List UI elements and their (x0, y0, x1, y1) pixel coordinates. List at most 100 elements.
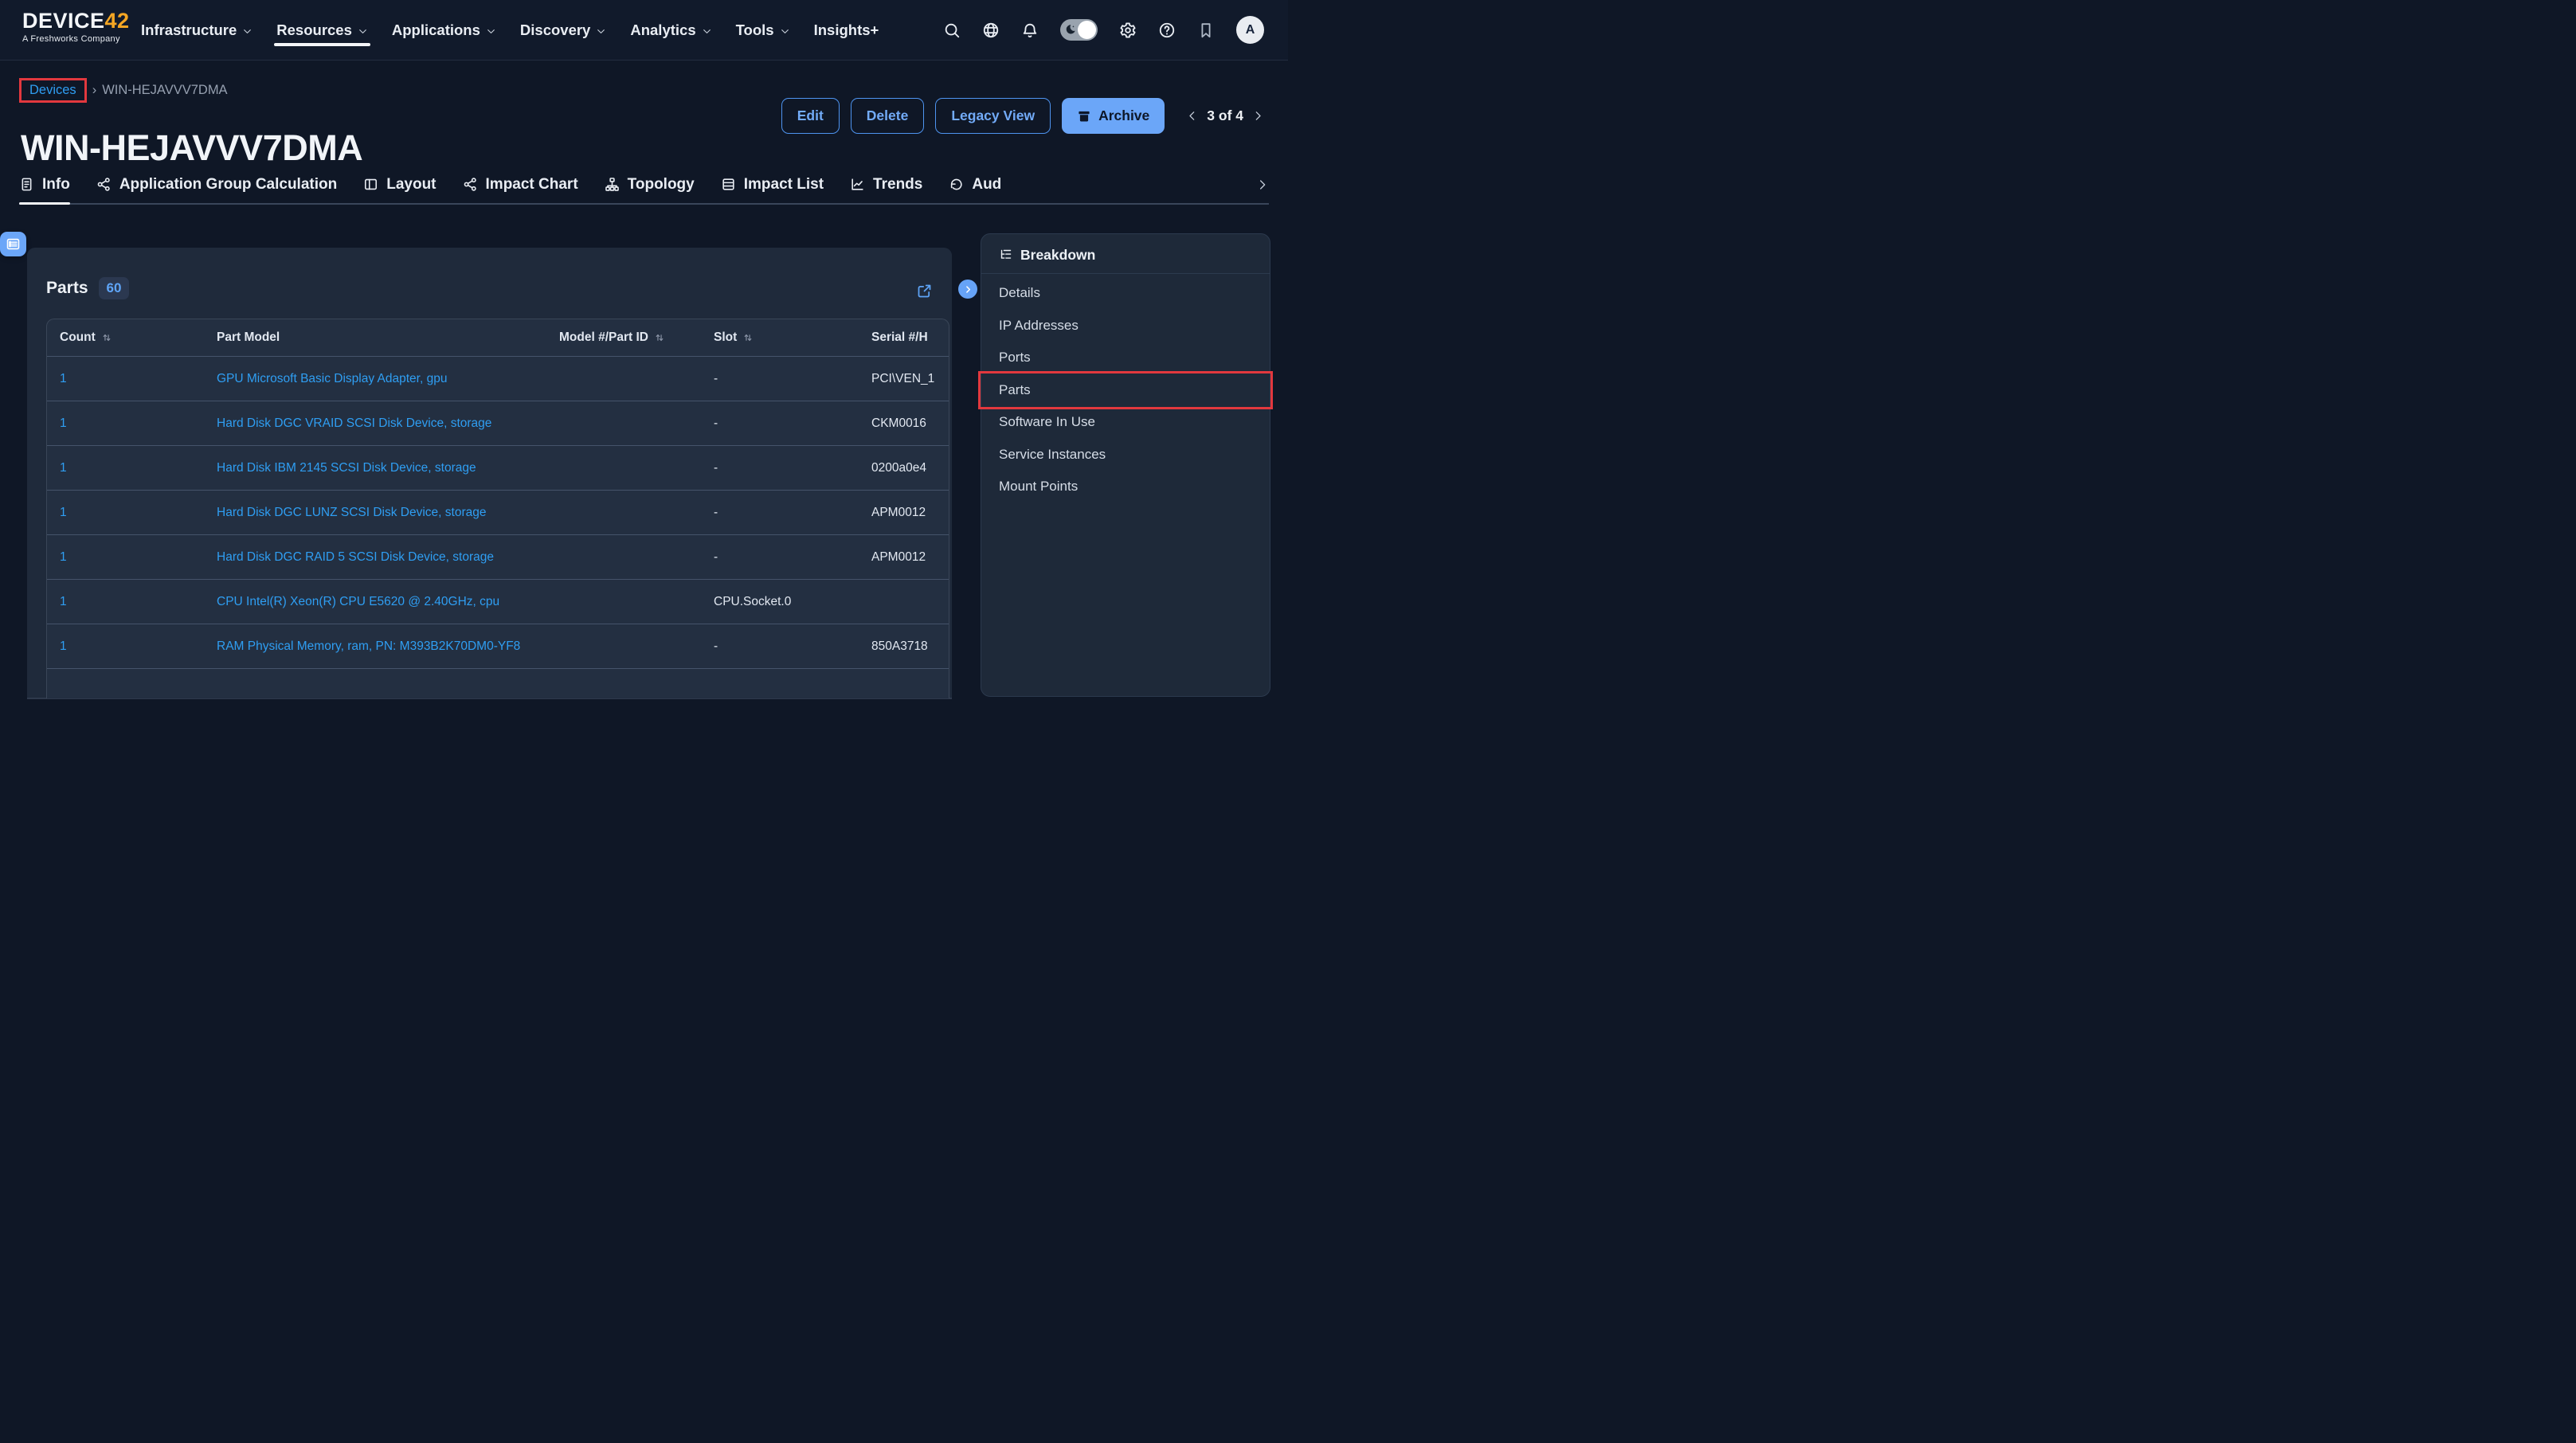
nav-item-discovery[interactable]: Discovery (520, 0, 606, 60)
nav-item-insights[interactable]: Insights+ (814, 0, 879, 60)
nav-item-infrastructure[interactable]: Infrastructure (141, 0, 253, 60)
part-model-link[interactable]: Hard Disk DGC LUNZ SCSI Disk Device, sto… (217, 506, 487, 519)
nav-item-resources[interactable]: Resources (276, 0, 368, 60)
cell-part-model: GPU Microsoft Basic Display Adapter, gpu (217, 372, 559, 386)
nav-item-tools[interactable]: Tools (736, 0, 790, 60)
part-count-link[interactable]: 1 (60, 550, 67, 564)
breakdown-header: Breakdown (981, 234, 1270, 274)
sidebar-collapse-button[interactable] (958, 280, 977, 299)
tab-label: Layout (386, 176, 436, 194)
tab-topology[interactable]: Topology (605, 166, 695, 203)
cell-serial: APM0012 (871, 506, 949, 520)
tab-label: Application Group Calculation (119, 176, 337, 194)
breakdown-item-ip-addresses[interactable]: IP Addresses (981, 310, 1270, 342)
chevron-down-icon (486, 26, 496, 37)
part-count-link[interactable]: 1 (60, 416, 67, 430)
tab-application-group-calculation[interactable]: Application Group Calculation (96, 166, 337, 203)
main-nav-menu: Infrastructure Resources Applications Disco… (141, 0, 879, 60)
delete-button[interactable]: Delete (851, 98, 925, 134)
legacy-view-button[interactable]: Legacy View (935, 98, 1051, 134)
tab-aud[interactable]: Aud (949, 166, 1001, 203)
cell-slot: - (714, 416, 871, 431)
part-model-link[interactable]: Hard Disk DGC RAID 5 SCSI Disk Device, s… (217, 550, 494, 564)
chart-line-icon (850, 177, 865, 192)
cell-slot: - (714, 639, 871, 654)
tab-info[interactable]: Info (19, 166, 70, 203)
parts-table-row: 1 Hard Disk DGC RAID 5 SCSI Disk Device, … (47, 535, 949, 580)
sort-icon[interactable] (654, 332, 665, 343)
search-button[interactable] (943, 22, 961, 39)
cell-slot: - (714, 372, 871, 386)
column-header-part-model: Part Model (217, 330, 559, 345)
breadcrumb-devices-link[interactable]: Devices (29, 83, 76, 98)
part-count-link[interactable]: 1 (60, 595, 67, 608)
parts-table-row-partial (47, 669, 949, 698)
avatar[interactable]: A (1236, 16, 1264, 44)
part-count-link[interactable]: 1 (60, 506, 67, 519)
notifications-bell-button[interactable] (1021, 22, 1039, 39)
pager-previous-icon[interactable] (1186, 110, 1198, 122)
breakdown-item-mount-points[interactable]: Mount Points (981, 471, 1270, 503)
cell-count: 1 (60, 372, 217, 386)
breakdown-item-service-instances[interactable]: Service Instances (981, 439, 1270, 471)
breakdown-item-ports[interactable]: Ports (981, 342, 1270, 374)
breakdown-items: DetailsIP AddressesPortsParts Software In… (981, 274, 1270, 503)
parts-table-header-row: CountPart ModelModel #/Part IDSlotSerial… (47, 319, 949, 357)
tab-trends[interactable]: Trends (850, 166, 922, 203)
column-header-slot: Slot (714, 330, 871, 345)
edit-button[interactable]: Edit (781, 98, 840, 134)
pager-next-icon[interactable] (1252, 110, 1264, 122)
part-count-link[interactable]: 1 (60, 639, 67, 653)
bookmark-button[interactable] (1197, 22, 1215, 39)
part-model-link[interactable]: RAM Physical Memory, ram, PN: M393B2K70D… (217, 639, 520, 653)
tab-impact-list[interactable]: Impact List (721, 166, 824, 203)
parts-table-row: 1 Hard Disk DGC LUNZ SCSI Disk Device, st… (47, 491, 949, 535)
cell-slot: CPU.Socket.0 (714, 595, 871, 609)
help-icon (1158, 22, 1176, 39)
parts-table-row: 1 RAM Physical Memory, ram, PN: M393B2K70… (47, 624, 949, 669)
chevron-down-icon (358, 26, 368, 37)
theme-toggle[interactable] (1060, 19, 1098, 41)
chevron-down-icon (780, 26, 790, 37)
brand-device: DEVICE (22, 9, 105, 33)
part-model-link[interactable]: CPU Intel(R) Xeon(R) CPU E5620 @ 2.40GHz… (217, 595, 499, 608)
settings-gear-icon (1119, 22, 1137, 39)
tab-impact-chart[interactable]: Impact Chart (463, 166, 578, 203)
breakdown-item-parts[interactable]: Parts (981, 374, 1270, 407)
breadcrumb-current: WIN-HEJAVVV7DMA (102, 83, 227, 98)
breakdown-item-label: Software In Use (999, 414, 1095, 430)
archive-button[interactable]: Archive (1062, 98, 1165, 134)
tab-label: Aud (972, 176, 1001, 194)
breakdown-item-details[interactable]: Details (981, 277, 1270, 310)
archive-box-icon (1077, 109, 1091, 123)
tabs-scroll-right-icon[interactable] (1256, 178, 1269, 191)
part-model-link[interactable]: Hard Disk DGC VRAID SCSI Disk Device, st… (217, 416, 491, 430)
help-button[interactable] (1158, 22, 1176, 39)
part-model-link[interactable]: GPU Microsoft Basic Display Adapter, gpu (217, 372, 447, 385)
cell-part-model: RAM Physical Memory, ram, PN: M393B2K70D… (217, 639, 559, 654)
globe-button[interactable] (982, 22, 1000, 39)
breakdown-item-software-in-use[interactable]: Software In Use (981, 406, 1270, 439)
cell-slot: - (714, 550, 871, 565)
cell-count: 1 (60, 639, 217, 654)
nav-item-analytics[interactable]: Analytics (630, 0, 711, 60)
part-model-link[interactable]: Hard Disk IBM 2145 SCSI Disk Device, sto… (217, 461, 476, 475)
part-count-link[interactable]: 1 (60, 461, 67, 475)
chevron-down-icon (242, 26, 253, 37)
toc-toggle-button[interactable] (0, 232, 26, 256)
column-label: Part Model (217, 330, 280, 345)
part-count-link[interactable]: 1 (60, 372, 67, 385)
nav-item-label: Infrastructure (141, 22, 237, 39)
settings-gear-button[interactable] (1119, 22, 1137, 39)
open-parts-external-button[interactable] (916, 283, 933, 304)
annotation-red-box-devices: Devices (19, 78, 87, 103)
device42-logo[interactable]: DEVICE42 A Freshworks Company (22, 9, 130, 44)
tab-layout[interactable]: Layout (363, 166, 436, 203)
breakdown-sidebar: Breakdown DetailsIP AddressesPortsParts S… (981, 233, 1270, 697)
sort-icon[interactable] (742, 332, 754, 343)
sort-icon[interactable] (101, 332, 112, 343)
column-label: Count (60, 330, 96, 345)
nav-item-applications[interactable]: Applications (392, 0, 496, 60)
column-header-model-part-id: Model #/Part ID (559, 330, 714, 345)
cell-part-model: Hard Disk DGC LUNZ SCSI Disk Device, sto… (217, 506, 559, 520)
